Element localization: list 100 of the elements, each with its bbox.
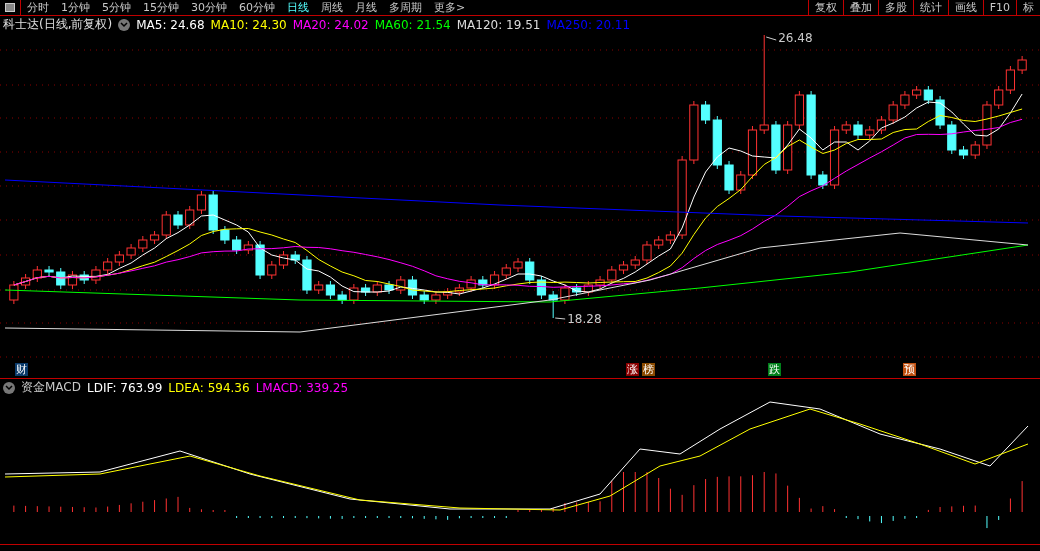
period-tab[interactable]: 60分钟 bbox=[233, 0, 281, 15]
candlestick bbox=[595, 275, 605, 290]
moving-average-value: MA10: 24.30 bbox=[210, 17, 287, 32]
toolbar-button[interactable]: 统计 bbox=[912, 0, 948, 15]
candlestick bbox=[935, 95, 945, 130]
period-tab[interactable]: 5分钟 bbox=[96, 0, 137, 15]
candlestick bbox=[314, 280, 324, 295]
moving-average-value: MA20: 24.02 bbox=[292, 17, 369, 32]
candlestick bbox=[1005, 65, 1015, 95]
high-price-label: 26.48 bbox=[765, 33, 813, 45]
candlestick bbox=[114, 250, 124, 267]
candlestick bbox=[572, 283, 582, 297]
low-price-label: 18.28 bbox=[554, 312, 602, 326]
candlestick bbox=[302, 255, 312, 295]
chevron-down-icon[interactable] bbox=[3, 381, 15, 394]
indicator-title: 资金MACD bbox=[21, 379, 81, 396]
candlestick bbox=[853, 120, 863, 140]
candlestick bbox=[56, 267, 66, 290]
candlestick bbox=[630, 255, 640, 270]
toolbar-button[interactable]: 叠加 bbox=[842, 0, 878, 15]
event-marker[interactable]: 预 bbox=[903, 363, 916, 376]
candlestick bbox=[724, 160, 734, 195]
candlestick bbox=[232, 235, 242, 255]
candlestick bbox=[396, 275, 406, 295]
candlestick bbox=[361, 283, 371, 297]
indicator-value: LDIF: 763.99 bbox=[87, 380, 163, 395]
candlestick bbox=[67, 270, 78, 290]
candlestick bbox=[443, 287, 453, 300]
candlestick bbox=[548, 290, 558, 319]
candlestick bbox=[173, 210, 183, 230]
toolbar-button[interactable]: 复权 bbox=[807, 0, 843, 15]
candlestick bbox=[126, 243, 136, 260]
period-tab[interactable]: 日线 bbox=[281, 0, 315, 15]
candlestick bbox=[138, 235, 148, 253]
candlestick bbox=[970, 140, 980, 160]
candlestick bbox=[982, 100, 992, 150]
candlestick bbox=[912, 85, 922, 100]
candlestick bbox=[478, 275, 488, 290]
candlestick bbox=[9, 280, 19, 305]
candlestick bbox=[267, 260, 277, 280]
moving-average-value: MA60: 21.54 bbox=[374, 17, 451, 32]
period-tab[interactable]: 15分钟 bbox=[137, 0, 185, 15]
toolbar-button[interactable]: 画线 bbox=[947, 0, 983, 15]
candlestick bbox=[783, 120, 793, 175]
period-tab[interactable]: 分时 bbox=[21, 0, 55, 15]
candlestick bbox=[255, 240, 265, 280]
candlestick bbox=[103, 257, 113, 275]
period-tab[interactable]: 30分钟 bbox=[185, 0, 233, 15]
chart-title: 科士达(日线,前复权) bbox=[3, 16, 113, 33]
candlestick bbox=[876, 115, 887, 135]
candlestick bbox=[665, 230, 675, 245]
candlestick bbox=[290, 250, 300, 265]
period-tab[interactable]: 1分钟 bbox=[55, 0, 96, 15]
candlestick bbox=[32, 265, 42, 283]
candlestick bbox=[654, 235, 664, 250]
candlestick bbox=[372, 280, 382, 297]
candlestick bbox=[513, 257, 523, 273]
candlestick bbox=[1017, 55, 1027, 75]
candlestick bbox=[185, 205, 195, 230]
candlestick bbox=[923, 85, 933, 105]
chevron-down-icon[interactable] bbox=[118, 18, 131, 31]
candlestick bbox=[278, 250, 289, 270]
candlestick bbox=[431, 290, 441, 305]
event-marker[interactable]: 榜 bbox=[642, 363, 655, 376]
candlestick bbox=[771, 120, 781, 175]
candlestick bbox=[900, 90, 910, 110]
candlestick bbox=[583, 280, 593, 297]
candlestick bbox=[794, 90, 804, 130]
candlestick bbox=[325, 280, 335, 300]
candlestick bbox=[91, 265, 101, 285]
indicator-value: LDEA: 594.36 bbox=[168, 380, 250, 395]
period-tab[interactable]: 周线 bbox=[315, 0, 349, 15]
indicator-value: LMACD: 339.25 bbox=[255, 380, 349, 395]
event-marker[interactable]: 涨 bbox=[626, 363, 639, 376]
candlestick bbox=[689, 100, 699, 165]
period-tab[interactable]: 月线 bbox=[349, 0, 383, 15]
candlestick bbox=[501, 263, 511, 280]
candlestick bbox=[536, 275, 547, 300]
event-marker[interactable]: 跌 bbox=[768, 363, 781, 376]
toolbar-button[interactable]: 多股 bbox=[877, 0, 913, 15]
candlestick bbox=[349, 283, 359, 305]
candlestick bbox=[220, 225, 230, 245]
event-marker[interactable]: 财 bbox=[15, 363, 28, 376]
candlestick bbox=[384, 280, 394, 295]
candlestick bbox=[454, 283, 464, 297]
candlestick bbox=[994, 85, 1004, 110]
period-tab[interactable]: 多周期 bbox=[383, 0, 428, 15]
candlestick bbox=[642, 240, 652, 265]
moving-average-value: MA250: 20.11 bbox=[546, 17, 631, 32]
candlestick bbox=[618, 260, 629, 275]
toolbar-button[interactable]: 标 bbox=[1016, 0, 1040, 15]
candlestick bbox=[525, 257, 535, 285]
candlestick bbox=[865, 125, 875, 140]
moving-average-value: MA5: 24.68 bbox=[136, 17, 205, 32]
period-tab[interactable]: 更多> bbox=[428, 0, 472, 15]
candlestick bbox=[888, 100, 898, 125]
candlestick bbox=[560, 283, 570, 305]
toolbar-button[interactable]: F10 bbox=[982, 0, 1016, 15]
candlestick bbox=[337, 290, 347, 305]
candlestick bbox=[243, 240, 253, 255]
